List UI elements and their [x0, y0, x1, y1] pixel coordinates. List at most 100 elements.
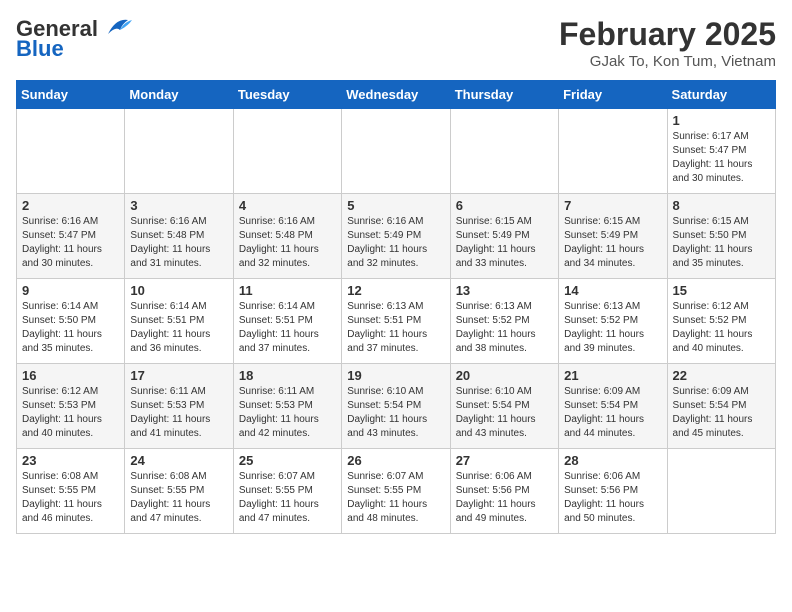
day-info: Sunrise: 6:13 AM Sunset: 5:51 PM Dayligh…: [347, 300, 444, 356]
calendar-cell: [559, 109, 667, 194]
day-number: 23: [22, 453, 119, 468]
location: GJak To, Kon Tum, Vietnam: [559, 53, 776, 70]
logo: General Blue: [16, 16, 132, 62]
calendar-cell: 28 Sunrise: 6:06 AM Sunset: 5:56 PM Dayli…: [559, 449, 667, 534]
calendar-week-row: 23 Sunrise: 6:08 AM Sunset: 5:55 PM Dayli…: [17, 449, 776, 534]
calendar-cell: [17, 109, 125, 194]
calendar-cell: 3 Sunrise: 6:16 AM Sunset: 5:48 PM Daylig…: [125, 194, 233, 279]
day-number: 16: [22, 368, 119, 383]
day-info: Sunrise: 6:06 AM Sunset: 5:56 PM Dayligh…: [456, 470, 553, 526]
page-header: General Blue February 2025 GJak To, Kon …: [16, 16, 776, 70]
calendar-cell: 26Sunrise: 6:07 AM Sunset: 5:55 PM Dayli…: [342, 449, 450, 534]
day-info: Sunrise: 6:15 AM Sunset: 5:49 PM Dayligh…: [456, 215, 553, 271]
day-info: Sunrise: 6:16 AM Sunset: 5:47 PM Dayligh…: [22, 215, 119, 271]
calendar-cell: 14 Sunrise: 6:13 AM Sunset: 5:52 PM Dayli…: [559, 279, 667, 364]
day-number: 2: [22, 198, 119, 213]
calendar-cell: 11 Sunrise: 6:14 AM Sunset: 5:51 PM Dayli…: [233, 279, 341, 364]
day-number: 1: [673, 113, 770, 128]
calendar-week-row: 9Sunrise: 6:14 AM Sunset: 5:50 PM Daylig…: [17, 279, 776, 364]
calendar-header-row: SundayMondayTuesdayWednesdayThursdayFrid…: [17, 81, 776, 109]
day-info: Sunrise: 6:14 AM Sunset: 5:50 PM Dayligh…: [22, 300, 119, 356]
calendar-cell: 19 Sunrise: 6:10 AM Sunset: 5:54 PM Dayli…: [342, 364, 450, 449]
calendar-cell: 13 Sunrise: 6:13 AM Sunset: 5:52 PM Dayli…: [450, 279, 558, 364]
day-number: 18: [239, 368, 336, 383]
day-info: Sunrise: 6:15 AM Sunset: 5:49 PM Dayligh…: [564, 215, 661, 271]
calendar-cell: [233, 109, 341, 194]
day-info: Sunrise: 6:17 AM Sunset: 5:47 PM Dayligh…: [673, 130, 770, 186]
logo-blue: Blue: [16, 36, 64, 62]
calendar-cell: [450, 109, 558, 194]
column-header-tuesday: Tuesday: [233, 81, 341, 109]
day-info: Sunrise: 6:09 AM Sunset: 5:54 PM Dayligh…: [564, 385, 661, 441]
day-info: Sunrise: 6:10 AM Sunset: 5:54 PM Dayligh…: [456, 385, 553, 441]
day-info: Sunrise: 6:12 AM Sunset: 5:52 PM Dayligh…: [673, 300, 770, 356]
day-info: Sunrise: 6:07 AM Sunset: 5:55 PM Dayligh…: [239, 470, 336, 526]
calendar-cell: 15 Sunrise: 6:12 AM Sunset: 5:52 PM Dayli…: [667, 279, 775, 364]
day-number: 19: [347, 368, 444, 383]
day-number: 10: [130, 283, 227, 298]
day-info: Sunrise: 6:13 AM Sunset: 5:52 PM Dayligh…: [456, 300, 553, 356]
day-number: 11: [239, 283, 336, 298]
calendar-cell: 1 Sunrise: 6:17 AM Sunset: 5:47 PM Daylig…: [667, 109, 775, 194]
calendar-cell: 22Sunrise: 6:09 AM Sunset: 5:54 PM Dayli…: [667, 364, 775, 449]
day-number: 12: [347, 283, 444, 298]
calendar-cell: [342, 109, 450, 194]
day-info: Sunrise: 6:16 AM Sunset: 5:48 PM Dayligh…: [130, 215, 227, 271]
day-info: Sunrise: 6:14 AM Sunset: 5:51 PM Dayligh…: [239, 300, 336, 356]
day-info: Sunrise: 6:06 AM Sunset: 5:56 PM Dayligh…: [564, 470, 661, 526]
calendar-cell: 23 Sunrise: 6:08 AM Sunset: 5:55 PM Dayli…: [17, 449, 125, 534]
day-number: 14: [564, 283, 661, 298]
column-header-thursday: Thursday: [450, 81, 558, 109]
calendar-week-row: 16Sunrise: 6:12 AM Sunset: 5:53 PM Dayli…: [17, 364, 776, 449]
day-number: 15: [673, 283, 770, 298]
day-number: 24: [130, 453, 227, 468]
calendar-cell: [125, 109, 233, 194]
day-number: 26: [347, 453, 444, 468]
calendar-cell: 21 Sunrise: 6:09 AM Sunset: 5:54 PM Dayli…: [559, 364, 667, 449]
day-number: 7: [564, 198, 661, 213]
calendar-cell: 9Sunrise: 6:14 AM Sunset: 5:50 PM Daylig…: [17, 279, 125, 364]
calendar-cell: 17 Sunrise: 6:11 AM Sunset: 5:53 PM Dayli…: [125, 364, 233, 449]
day-number: 27: [456, 453, 553, 468]
day-number: 20: [456, 368, 553, 383]
day-info: Sunrise: 6:16 AM Sunset: 5:48 PM Dayligh…: [239, 215, 336, 271]
calendar-cell: [667, 449, 775, 534]
day-number: 6: [456, 198, 553, 213]
calendar-cell: 20 Sunrise: 6:10 AM Sunset: 5:54 PM Dayli…: [450, 364, 558, 449]
day-info: Sunrise: 6:16 AM Sunset: 5:49 PM Dayligh…: [347, 215, 444, 271]
day-info: Sunrise: 6:11 AM Sunset: 5:53 PM Dayligh…: [130, 385, 227, 441]
day-number: 13: [456, 283, 553, 298]
day-number: 28: [564, 453, 661, 468]
day-number: 4: [239, 198, 336, 213]
day-info: Sunrise: 6:08 AM Sunset: 5:55 PM Dayligh…: [22, 470, 119, 526]
calendar-cell: 12 Sunrise: 6:13 AM Sunset: 5:51 PM Dayli…: [342, 279, 450, 364]
calendar-cell: 24 Sunrise: 6:08 AM Sunset: 5:55 PM Dayli…: [125, 449, 233, 534]
calendar-cell: 6 Sunrise: 6:15 AM Sunset: 5:49 PM Daylig…: [450, 194, 558, 279]
calendar-cell: 5 Sunrise: 6:16 AM Sunset: 5:49 PM Daylig…: [342, 194, 450, 279]
calendar-cell: 4 Sunrise: 6:16 AM Sunset: 5:48 PM Daylig…: [233, 194, 341, 279]
day-info: Sunrise: 6:09 AM Sunset: 5:54 PM Dayligh…: [673, 385, 770, 441]
day-number: 3: [130, 198, 227, 213]
day-info: Sunrise: 6:11 AM Sunset: 5:53 PM Dayligh…: [239, 385, 336, 441]
day-info: Sunrise: 6:10 AM Sunset: 5:54 PM Dayligh…: [347, 385, 444, 441]
column-header-sunday: Sunday: [17, 81, 125, 109]
calendar-cell: 27 Sunrise: 6:06 AM Sunset: 5:56 PM Dayli…: [450, 449, 558, 534]
calendar-cell: 7 Sunrise: 6:15 AM Sunset: 5:49 PM Daylig…: [559, 194, 667, 279]
day-number: 5: [347, 198, 444, 213]
calendar-week-row: 2 Sunrise: 6:16 AM Sunset: 5:47 PM Daylig…: [17, 194, 776, 279]
logo-bird-icon: [100, 16, 132, 38]
day-number: 8: [673, 198, 770, 213]
day-number: 17: [130, 368, 227, 383]
day-info: Sunrise: 6:08 AM Sunset: 5:55 PM Dayligh…: [130, 470, 227, 526]
calendar-cell: 16Sunrise: 6:12 AM Sunset: 5:53 PM Dayli…: [17, 364, 125, 449]
column-header-friday: Friday: [559, 81, 667, 109]
day-info: Sunrise: 6:13 AM Sunset: 5:52 PM Dayligh…: [564, 300, 661, 356]
month-title: February 2025: [559, 16, 776, 53]
day-number: 21: [564, 368, 661, 383]
title-area: February 2025 GJak To, Kon Tum, Vietnam: [559, 16, 776, 70]
calendar-cell: 10 Sunrise: 6:14 AM Sunset: 5:51 PM Dayli…: [125, 279, 233, 364]
column-header-wednesday: Wednesday: [342, 81, 450, 109]
calendar-cell: 25Sunrise: 6:07 AM Sunset: 5:55 PM Dayli…: [233, 449, 341, 534]
column-header-monday: Monday: [125, 81, 233, 109]
day-info: Sunrise: 6:14 AM Sunset: 5:51 PM Dayligh…: [130, 300, 227, 356]
